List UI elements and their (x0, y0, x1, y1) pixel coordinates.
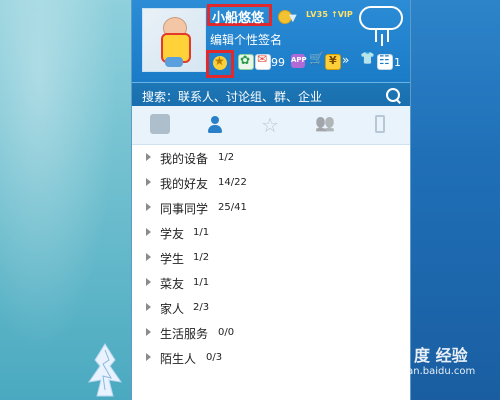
box-icon[interactable] (377, 53, 393, 70)
tab-devices[interactable] (352, 106, 407, 144)
group-name: 生活服务 (160, 327, 209, 341)
contact-icon (205, 114, 225, 134)
list-item[interactable]: 家人 2/3 (132, 295, 410, 320)
watermark-main: Bai 度 经验 (380, 346, 468, 365)
desktop-right-panel (410, 0, 500, 400)
baidu-watermark: Bai 度 经验 jingyan.baidu.com (380, 342, 498, 392)
tab-favorites[interactable] (242, 106, 297, 144)
group-name: 同事同学 (160, 202, 209, 216)
weather-cloud-icon (359, 6, 403, 30)
list-item[interactable]: 同事同学 25/41 (132, 195, 410, 220)
list-item[interactable]: 我的好友 14/22 (132, 170, 410, 195)
tab-contacts[interactable] (187, 106, 242, 144)
weather-icon[interactable] (359, 6, 403, 48)
level-badge: LV35 (306, 10, 329, 19)
box-count: 1 (394, 56, 401, 69)
search-bar[interactable]: 搜索：联系人、讨论组、群、企业 (132, 82, 410, 107)
tab-groups[interactable] (297, 106, 352, 144)
expand-caret-icon[interactable] (146, 203, 151, 211)
search-input[interactable]: 搜索：联系人、讨论组、群、企业 (142, 88, 322, 105)
qzone-star-icon[interactable] (213, 54, 227, 70)
group-icon (315, 114, 335, 134)
more-icon[interactable]: » (342, 53, 349, 67)
group-name: 学友 (160, 227, 185, 241)
wallet-icon[interactable] (325, 54, 341, 70)
expand-caret-icon[interactable] (146, 253, 151, 261)
expand-caret-icon[interactable] (146, 153, 151, 161)
group-count: 25/41 (218, 202, 247, 213)
group-count: 0/3 (206, 352, 223, 363)
group-count: 14/22 (218, 177, 247, 188)
expand-caret-icon[interactable] (146, 228, 151, 236)
expand-caret-icon[interactable] (146, 178, 151, 186)
status-caret-icon[interactable]: ▼ (289, 13, 297, 24)
mail-icon[interactable] (255, 52, 271, 70)
list-item[interactable]: 生活服务 0/0 (132, 320, 410, 345)
list-item[interactable]: 学友 1/1 (132, 220, 410, 245)
app-icon-bar: 99 » 1 (206, 50, 410, 78)
desktop-ice-decoration (87, 343, 123, 397)
expand-caret-icon[interactable] (146, 303, 151, 311)
profile-header: 小船悠悠 ▼ LV35 ↑VIP 编辑个性签名 99 » 1 (132, 0, 410, 82)
nickname[interactable]: 小船悠悠 (212, 7, 264, 26)
clover-icon[interactable] (238, 53, 254, 70)
expand-caret-icon[interactable] (146, 328, 151, 336)
app-icon[interactable] (291, 54, 307, 68)
expand-caret-icon[interactable] (146, 353, 151, 361)
group-name: 我的好友 (160, 177, 209, 191)
group-count: 1/1 (193, 227, 210, 238)
expand-caret-icon[interactable] (146, 278, 151, 286)
list-item[interactable]: 我的设备 1/2 (132, 145, 410, 170)
avatar[interactable] (142, 8, 206, 72)
tab-chats[interactable] (132, 106, 187, 144)
friend-groups-list: 我的设备 1/2 我的好友 14/22 同事同学 25/41 学友 1/1 学生… (132, 145, 410, 400)
star-icon (260, 113, 280, 137)
qq-main-panel: 小船悠悠 ▼ LV35 ↑VIP 编辑个性签名 99 » 1 搜索 (131, 0, 411, 400)
list-item[interactable]: 陌生人 0/3 (132, 345, 410, 370)
group-count: 1/2 (218, 152, 235, 163)
group-name: 学生 (160, 252, 185, 266)
group-count: 1/2 (193, 252, 210, 263)
avatar-child-leg (165, 57, 183, 67)
main-tabs (132, 106, 410, 145)
search-icon[interactable] (386, 88, 400, 102)
group-name: 家人 (160, 302, 185, 316)
mail-count: 99 (271, 56, 285, 69)
group-count: 0/0 (218, 327, 235, 338)
vip-badge: ↑VIP (331, 10, 353, 19)
list-item[interactable]: 菜友 1/1 (132, 270, 410, 295)
shirt-icon[interactable] (360, 51, 375, 68)
group-count: 2/3 (193, 302, 210, 313)
group-name: 菜友 (160, 277, 185, 291)
watermark-sub: jingyan.baidu.com (383, 366, 476, 377)
chat-icon (150, 114, 170, 134)
signature-edit[interactable]: 编辑个性签名 (210, 31, 282, 48)
list-item[interactable]: 学生 1/2 (132, 245, 410, 270)
shopping-cart-icon[interactable] (309, 51, 324, 68)
phone-icon (370, 114, 390, 134)
group-name: 陌生人 (160, 352, 197, 366)
weather-rain-icon (373, 30, 393, 46)
group-count: 1/1 (193, 277, 210, 288)
group-name: 我的设备 (160, 152, 209, 166)
